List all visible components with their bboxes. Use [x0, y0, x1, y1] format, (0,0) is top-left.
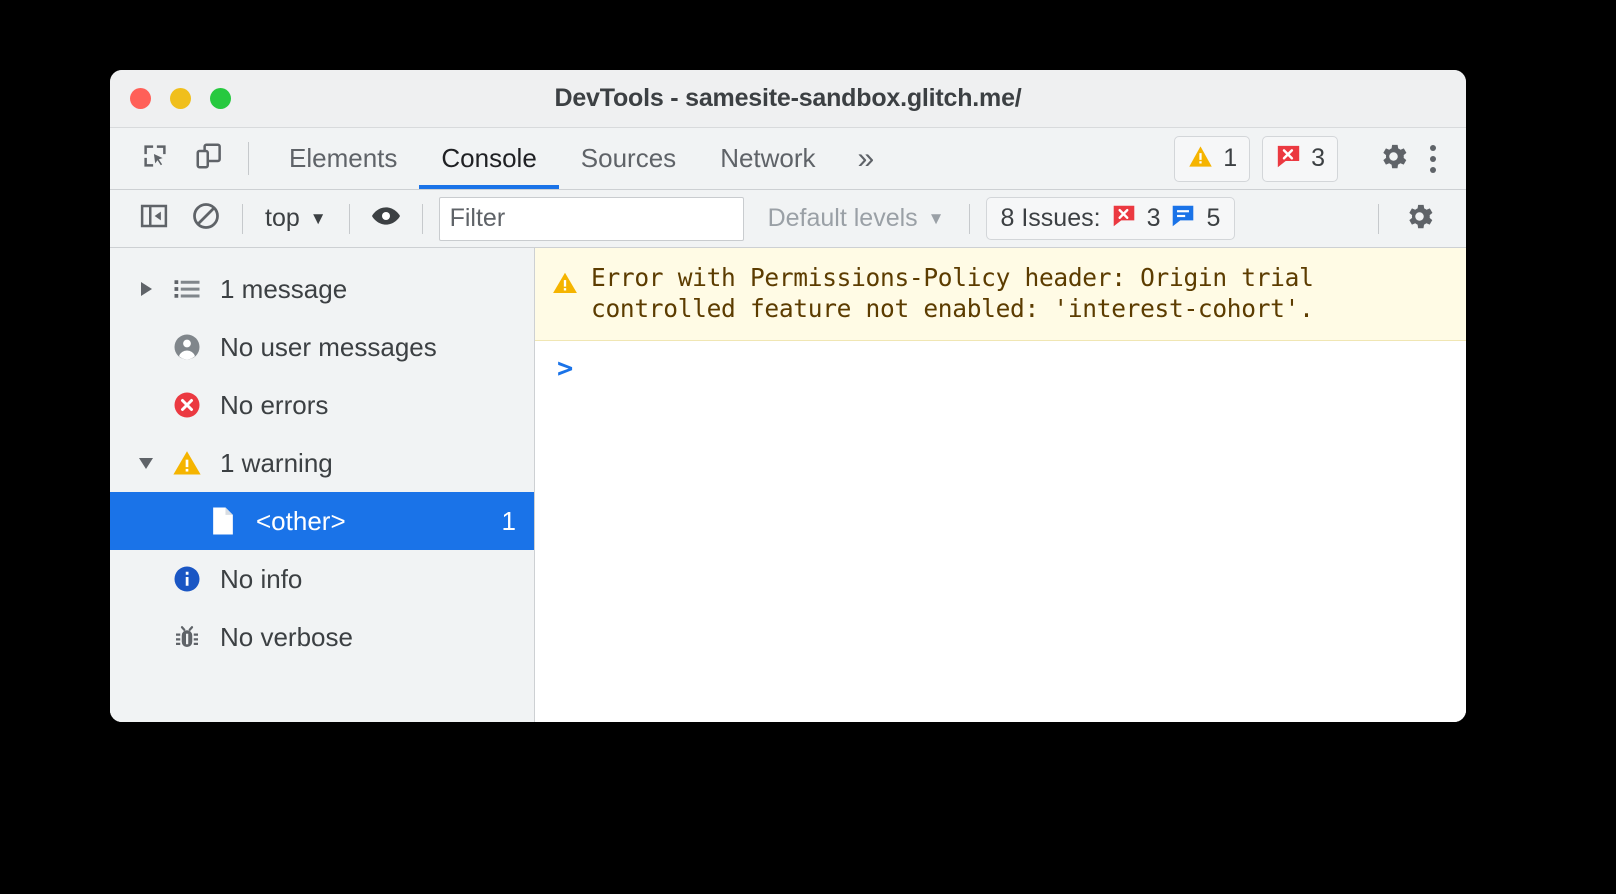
tab-elements[interactable]: Elements — [267, 128, 419, 189]
warning-count-button[interactable]: 1 — [1174, 135, 1251, 182]
user-icon — [164, 332, 210, 362]
tab-console-label: Console — [441, 143, 537, 173]
error-count-value: 3 — [1311, 144, 1325, 172]
kebab-menu-icon — [1430, 144, 1436, 151]
sidebar-item-user-messages[interactable]: No user messages — [110, 318, 534, 376]
tabbar-divider — [248, 142, 249, 175]
chevron-right-icon — [140, 282, 152, 296]
console-toolbar: top ▼ Default levels ▼ 8 Issues: — [110, 190, 1466, 248]
sidebar-item-info[interactable]: No info — [110, 550, 534, 608]
sidebar-item-label: No verbose — [220, 621, 353, 652]
issues-counter-button[interactable]: 8 Issues: 3 5 — [985, 197, 1236, 240]
console-output[interactable]: Error with Permissions-Policy header: Or… — [535, 248, 1466, 722]
console-toolbar-divider-4 — [968, 203, 970, 234]
log-levels-label: Default levels — [767, 204, 918, 232]
tab-network[interactable]: Network — [698, 128, 837, 189]
kebab-dot-3 — [1430, 166, 1436, 173]
sidebar-item-label: 1 message — [220, 273, 348, 304]
inspect-element-icon — [140, 141, 170, 176]
sidebar-item-label: No info — [220, 563, 303, 594]
console-toolbar-right — [1368, 200, 1450, 238]
console-toolbar-divider-1 — [242, 203, 243, 234]
prompt-chevron-icon: > — [557, 353, 574, 384]
sidebar-item-warnings[interactable]: 1 warning — [110, 434, 534, 492]
console-toolbar-divider-2 — [348, 203, 350, 234]
issues-label: 8 Issues: — [1000, 204, 1101, 232]
sidebar-item-verbose[interactable]: No verbose — [110, 608, 534, 666]
filter-input[interactable] — [438, 196, 744, 241]
sidebar-item-messages[interactable]: 1 message — [110, 260, 534, 318]
kebab-dot-2 — [1430, 155, 1436, 162]
console-message-warning[interactable]: Error with Permissions-Policy header: Or… — [535, 248, 1466, 341]
tab-sources-label: Sources — [580, 143, 677, 173]
devtools-tabbar: Elements Console Sources Network » 1 3 — [110, 128, 1466, 190]
console-body: 1 message No user messages No errors 1 w… — [110, 248, 1466, 722]
info-message-icon — [1170, 203, 1196, 234]
info-icon — [164, 564, 210, 594]
screenshot-stage: DevTools - samesite-sandbox.glitch.me/ E… — [0, 0, 1616, 894]
tab-elements-label: Elements — [289, 143, 398, 173]
expand-twisty[interactable] — [128, 282, 164, 296]
gear-icon — [1403, 200, 1436, 238]
sidebar-item-label: 1 warning — [220, 447, 333, 478]
error-icon — [164, 390, 210, 420]
window-titlebar: DevTools - samesite-sandbox.glitch.me/ — [110, 70, 1466, 128]
gear-icon — [1377, 140, 1410, 178]
more-tabs-button[interactable]: » — [838, 128, 895, 189]
sidebar-item-errors[interactable]: No errors — [110, 376, 534, 434]
sidebar-item-other[interactable]: <other> 1 — [110, 492, 534, 550]
bug-icon — [164, 622, 210, 652]
chevron-down-icon — [139, 457, 153, 469]
warning-icon — [1187, 143, 1214, 175]
warning-icon — [551, 269, 579, 302]
issues-info-count: 5 — [1206, 204, 1221, 232]
tab-sources[interactable]: Sources — [559, 128, 698, 189]
tab-console[interactable]: Console — [419, 128, 560, 189]
console-message-text: Error with Permissions-Policy header: Or… — [591, 263, 1314, 323]
execution-context-selector[interactable]: top ▼ — [253, 204, 339, 233]
warning-count-value: 1 — [1223, 144, 1238, 172]
eye-icon — [370, 200, 402, 237]
live-expression-button[interactable] — [360, 197, 412, 241]
issues-error-count: 3 — [1146, 204, 1161, 232]
sidebar-item-count: 1 — [501, 505, 516, 536]
error-icon — [1111, 203, 1137, 234]
sidebar-item-label: No errors — [220, 389, 329, 420]
devtools-more-options-button[interactable] — [1424, 144, 1450, 173]
warning-icon — [164, 447, 210, 479]
chevron-down-icon: ▼ — [927, 209, 945, 228]
console-settings-button[interactable] — [1389, 200, 1450, 238]
tab-network-label: Network — [720, 143, 816, 173]
list-icon — [164, 274, 210, 304]
sidebar-item-label: <other> — [256, 505, 346, 536]
chevron-down-icon: ▼ — [309, 209, 327, 228]
clear-console-button[interactable] — [180, 197, 232, 241]
show-console-sidebar-icon — [139, 201, 169, 236]
tabbar-right-group: 1 3 — [1162, 128, 1466, 189]
console-sidebar: 1 message No user messages No errors 1 w… — [110, 248, 535, 722]
error-count-button[interactable]: 3 — [1262, 135, 1338, 182]
devtools-settings-button[interactable] — [1363, 140, 1424, 178]
sidebar-item-label: No user messages — [220, 331, 437, 362]
error-icon — [1275, 143, 1302, 175]
panel-tabs: Elements Console Sources Network » — [267, 128, 894, 189]
console-toolbar-divider-5 — [1378, 203, 1379, 234]
inspect-element-button[interactable] — [128, 128, 182, 189]
console-prompt[interactable]: > — [535, 341, 1466, 382]
execution-context-value: top — [265, 204, 300, 232]
device-toolbar-button[interactable] — [182, 128, 236, 189]
chevron-double-right-icon: » — [857, 141, 875, 175]
file-icon — [200, 505, 246, 537]
collapse-twisty[interactable] — [128, 457, 164, 469]
console-sidebar-toggle-button[interactable] — [128, 197, 180, 241]
console-toolbar-divider-3 — [421, 203, 423, 234]
devtools-window: DevTools - samesite-sandbox.glitch.me/ E… — [110, 70, 1466, 722]
window-title: DevTools - samesite-sandbox.glitch.me/ — [554, 84, 1022, 112]
clear-console-icon — [191, 201, 221, 236]
log-levels-selector[interactable]: Default levels ▼ — [754, 204, 959, 233]
device-toolbar-icon — [194, 141, 224, 176]
